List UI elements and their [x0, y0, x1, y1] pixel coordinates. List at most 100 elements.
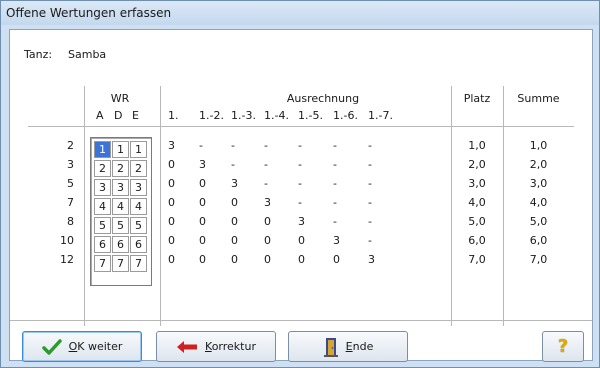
calc-cell: 0 — [168, 177, 175, 190]
calc-cell: 0 — [168, 158, 175, 171]
wr-score-cell[interactable]: 2 — [112, 160, 129, 177]
ok-label: OK weiter — [68, 340, 123, 353]
row-number: 10 — [60, 234, 74, 247]
wr-score-cell[interactable]: 4 — [94, 198, 111, 215]
wr-score-cell[interactable]: 7 — [112, 255, 129, 272]
sum-cell: 1,0 — [529, 139, 548, 152]
calc-cell: 0 — [199, 253, 206, 266]
calc-cell: 0 — [168, 196, 175, 209]
place-cell: 4,0 — [468, 196, 486, 209]
dance-label: Tanz: — [24, 48, 53, 61]
calc-header: Ausrechnung — [286, 92, 360, 105]
ok-continue-button[interactable]: OK weiter — [22, 331, 142, 362]
calc-cell: 3 — [264, 196, 271, 209]
wr-score-cell[interactable]: 4 — [112, 198, 129, 215]
wr-score-cell[interactable]: 2 — [94, 160, 111, 177]
exit-door-icon — [323, 337, 338, 357]
column-divider — [160, 86, 161, 326]
calc-subheader: 1.-4. — [264, 109, 289, 122]
ende-button[interactable]: Ende — [288, 331, 408, 362]
title-bar[interactable]: Offene Wertungen erfassen — [1, 1, 599, 25]
dialog-window: Offene Wertungen erfassen Tanz: Samba WR… — [0, 0, 600, 368]
wr-score-cell[interactable]: 6 — [112, 236, 129, 253]
column-divider — [84, 86, 85, 326]
calc-cell: - — [199, 139, 203, 152]
wr-score-cell[interactable]: 6 — [130, 236, 147, 253]
place-header: Platz — [463, 92, 491, 105]
calc-cell: 0 — [231, 253, 238, 266]
wr-score-cell[interactable]: 1 — [94, 141, 111, 158]
wr-score-cell[interactable]: 3 — [130, 179, 147, 196]
calc-cell: - — [264, 158, 268, 171]
wr-score-cell[interactable]: 1 — [112, 141, 129, 158]
wr-score-cell[interactable]: 7 — [130, 255, 147, 272]
calc-cell: - — [298, 196, 302, 209]
wr-score-cell[interactable]: 5 — [112, 217, 129, 234]
calc-cell: 0 — [168, 253, 175, 266]
korrektur-label: Korrektur — [205, 340, 256, 353]
row-number: 2 — [67, 139, 74, 152]
korrektur-button[interactable]: Korrektur — [156, 331, 276, 362]
wr-subheader: D — [114, 109, 123, 122]
calc-cell: 3 — [168, 139, 175, 152]
calc-subheader: 1.-5. — [298, 109, 323, 122]
help-button[interactable]: ? — [542, 331, 584, 362]
calc-cell: 0 — [264, 234, 271, 247]
calc-subheader: 1.-6. — [333, 109, 358, 122]
wr-score-cell[interactable]: 2 — [130, 160, 147, 177]
wr-score-cell[interactable]: 3 — [94, 179, 111, 196]
sum-cell: 2,0 — [529, 158, 548, 171]
dance-value: Samba — [68, 48, 107, 61]
place-cell: 6,0 — [468, 234, 486, 247]
row-number: 5 — [67, 177, 74, 190]
calc-cell: 0 — [264, 253, 271, 266]
header-divider — [28, 126, 574, 127]
results-grid: WR Ausrechnung Platz Summe ADE 1. 1.-2. 1.… — [28, 86, 574, 326]
row-number: 12 — [60, 253, 74, 266]
calc-subheader: 1.-7. — [368, 109, 393, 122]
wr-score-cell[interactable]: 5 — [130, 217, 147, 234]
calc-cell: - — [368, 158, 372, 171]
calc-cell: - — [368, 234, 372, 247]
row-number: 8 — [67, 215, 74, 228]
dialog-body: Tanz: Samba WR Ausrechnung Platz Summe A… — [9, 29, 593, 362]
sum-cell: 5,0 — [529, 215, 548, 228]
calc-cell: - — [298, 158, 302, 171]
calc-cell: 0 — [168, 234, 175, 247]
calc-cell: 0 — [333, 253, 340, 266]
calc-cell: - — [298, 139, 302, 152]
calc-cell: - — [333, 177, 337, 190]
wr-score-cell[interactable]: 4 — [130, 198, 147, 215]
wr-score-cell[interactable]: 5 — [94, 217, 111, 234]
calc-cell: - — [333, 196, 337, 209]
sum-header: Summe — [517, 92, 560, 105]
help-icon: ? — [557, 336, 569, 357]
wr-score-cell[interactable]: 7 — [94, 255, 111, 272]
calc-cell: 0 — [199, 234, 206, 247]
window-title: Offene Wertungen erfassen — [6, 6, 172, 20]
calc-subheader: 1.-3. — [231, 109, 256, 122]
ende-label: Ende — [345, 340, 374, 353]
calc-cell: - — [264, 177, 268, 190]
wr-score-cell[interactable]: 6 — [94, 236, 111, 253]
calc-cell: - — [368, 139, 372, 152]
calc-cell: 0 — [231, 196, 238, 209]
sum-cell: 3,0 — [529, 177, 548, 190]
calc-cell: 3 — [333, 234, 340, 247]
calc-cell: - — [333, 215, 337, 228]
sum-cell: 7,0 — [529, 253, 548, 266]
calc-subheader: 1.-2. — [199, 109, 224, 122]
row-number: 7 — [67, 196, 74, 209]
wr-score-cell[interactable]: 1 — [130, 141, 147, 158]
calc-cell: 0 — [298, 234, 305, 247]
wr-subheader: E — [132, 109, 139, 122]
calc-cell: 0 — [199, 177, 206, 190]
wr-entry-grid[interactable]: 111222333444555666777 — [90, 137, 152, 286]
calc-cell: - — [298, 177, 302, 190]
calc-cell: - — [368, 177, 372, 190]
wr-subheader: A — [96, 109, 104, 122]
wr-score-cell[interactable]: 3 — [112, 179, 129, 196]
calc-cell: - — [231, 158, 235, 171]
calc-cell: 3 — [298, 215, 305, 228]
calc-cell: 3 — [199, 158, 206, 171]
